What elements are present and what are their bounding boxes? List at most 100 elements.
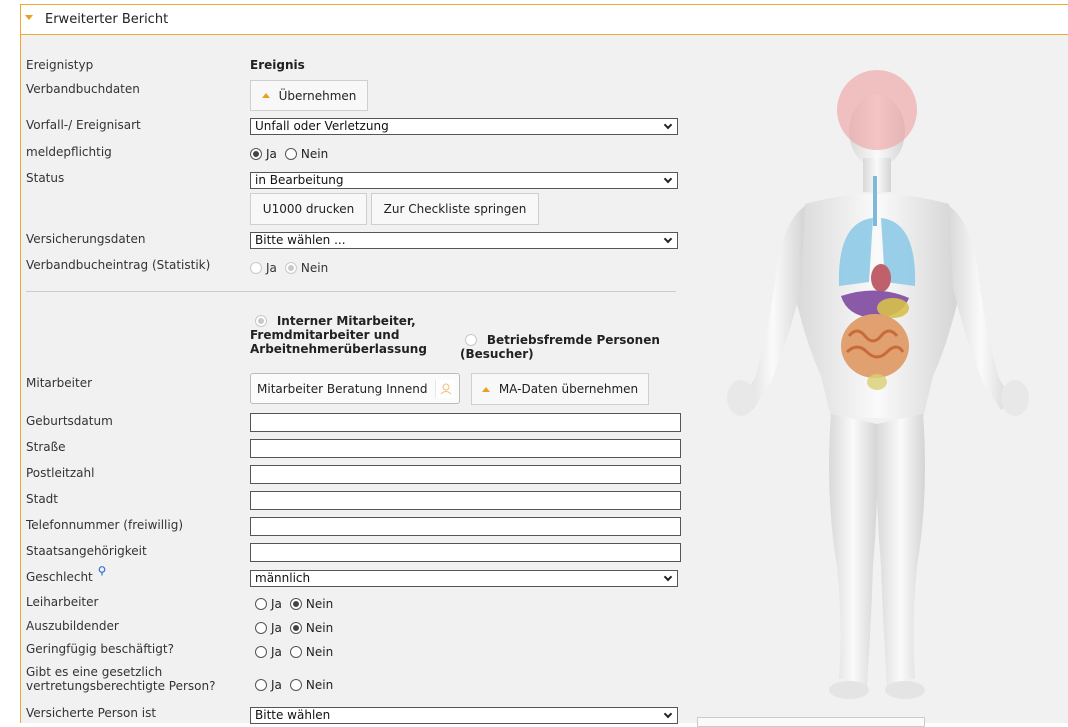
verbandbucheintrag-ja-radio[interactable] [250, 262, 262, 274]
chevron-down-icon [663, 120, 673, 130]
leiharbeiter-nein-radio[interactable] [289, 598, 302, 610]
vertretung-label-1: Gibt es eine gesetzlich [26, 665, 163, 679]
left-foot-shape[interactable] [885, 681, 925, 699]
versicherungsdaten-select[interactable]: Bitte wählen ... [250, 232, 678, 249]
vertretung-ja-label: Ja [271, 678, 282, 692]
body-diagram[interactable] [697, 46, 1047, 706]
external-person-label-2: (Besucher) [460, 347, 534, 361]
label-telefon: Telefonnummer (freiwillig) [26, 518, 184, 532]
vorfallart-value: Unfall oder Verletzung [255, 119, 389, 133]
left-arm-shape[interactable] [949, 206, 1013, 410]
vertretung-nein-label: Nein [305, 678, 334, 692]
plz-input[interactable] [250, 465, 681, 484]
geringfuegig-nein-label: Nein [305, 645, 334, 659]
stadt-input[interactable] [250, 491, 681, 510]
info-bulb-icon[interactable] [98, 565, 106, 579]
label-leiharbeiter: Leiharbeiter [26, 595, 99, 609]
meldepflichtig-radio-group: Ja Nein [250, 147, 336, 161]
label-vorfallart: Vorfall-/ Ereignisart [26, 118, 141, 132]
label-versicherungsdaten: Versicherungsdaten [26, 232, 146, 246]
label-versicherte-person: Versicherte Person ist [26, 706, 157, 720]
mitarbeiter-value: Mitarbeiter Beratung Innend [257, 382, 428, 396]
staatsangehoerigkeit-input[interactable] [250, 543, 681, 562]
geringfuegig-ja-label: Ja [271, 645, 282, 659]
verbandbucheintrag-nein-radio[interactable] [284, 262, 297, 274]
uebernehmen-button[interactable]: Übernehmen [250, 80, 368, 111]
geringfuegig-radio-group: Ja Nein [250, 645, 341, 659]
chevron-down-icon [663, 174, 673, 184]
auszubildender-nein-radio[interactable] [289, 622, 302, 634]
geschlecht-label-text: Geschlecht [26, 570, 93, 584]
left-leg-shape[interactable] [876, 414, 926, 686]
u1000-print-label: U1000 drucken [262, 202, 355, 216]
vertretung-nein-radio[interactable] [289, 679, 302, 691]
bladder-shape[interactable] [867, 374, 887, 390]
verbandbucheintrag-ja-label: Ja [266, 261, 277, 275]
vertretung-ja-radio[interactable] [255, 679, 267, 691]
uebernehmen-label: Übernehmen [278, 88, 357, 103]
auszubildender-radio-group: Ja Nein [250, 621, 341, 635]
intestines-shape[interactable] [841, 314, 909, 378]
telefon-input[interactable] [250, 517, 681, 536]
geburtsdatum-input[interactable] [250, 413, 681, 432]
head-highlight[interactable] [837, 70, 917, 150]
external-person-label-1: Betriebsfremde Personen [486, 333, 660, 347]
chevron-up-icon [261, 93, 270, 98]
right-arm-shape[interactable] [741, 206, 805, 410]
chevron-up-icon [481, 386, 490, 392]
right-hand-shape[interactable] [727, 380, 755, 416]
auszubildender-ja-radio[interactable] [255, 622, 267, 634]
u1000-print-button[interactable]: U1000 drucken [250, 193, 367, 225]
auszubildender-nein-label: Nein [305, 621, 334, 635]
vertretung-label-2: vertretungsberechtigte Person? [26, 679, 216, 693]
meldepflichtig-ja-radio[interactable] [250, 148, 262, 160]
label-stadt: Stadt [26, 492, 58, 506]
chevron-down-icon [663, 709, 673, 719]
geschlecht-value: männlich [255, 571, 311, 585]
label-geschlecht: Geschlecht [26, 566, 106, 584]
ma-daten-button[interactable]: MA-Daten übernehmen [471, 373, 649, 405]
label-staatsangehoerigkeit: Staatsangehörigkeit [26, 544, 147, 558]
internal-person-option[interactable]: Interner Mitarbeiter, Fremdmitarbeiter u… [250, 314, 460, 356]
geringfuegig-ja-radio[interactable] [255, 646, 267, 658]
right-leg-shape[interactable] [829, 414, 878, 686]
meldepflichtig-nein-radio[interactable] [284, 148, 297, 160]
leiharbeiter-radio-group: Ja Nein [250, 597, 341, 611]
geschlecht-select[interactable]: männlich [250, 570, 678, 587]
label-geburtsdatum: Geburtsdatum [26, 414, 113, 428]
label-vertretung: Gibt es eine gesetzlich vertretungsberec… [26, 665, 215, 693]
versicherungsdaten-value: Bitte wählen ... [255, 233, 346, 247]
internal-person-radio[interactable] [255, 315, 267, 327]
versicherte-person-select[interactable]: Bitte wählen [250, 707, 678, 724]
label-geringfuegig: Geringfügig beschäftigt? [26, 642, 174, 656]
label-plz: Postleitzahl [26, 466, 95, 480]
leiharbeiter-nein-label: Nein [305, 597, 334, 611]
caret-down-icon[interactable] [25, 15, 33, 20]
strasse-input[interactable] [250, 439, 681, 458]
bottom-box [697, 717, 925, 727]
status-select[interactable]: in Bearbeitung [250, 172, 678, 189]
left-hand-shape[interactable] [1001, 380, 1029, 416]
chevron-down-icon [663, 572, 673, 582]
vertretung-radio-group: Ja Nein [250, 678, 341, 692]
heart-shape[interactable] [871, 264, 891, 292]
vorfallart-select[interactable]: Unfall oder Verletzung [250, 118, 678, 135]
external-person-radio[interactable] [465, 334, 477, 346]
verbandbucheintrag-radio-group: Ja Nein [250, 261, 336, 275]
external-person-option[interactable]: Betriebsfremde Personen (Besucher) [460, 333, 680, 361]
chevron-down-icon [663, 234, 673, 244]
auszubildender-ja-label: Ja [271, 621, 282, 635]
leiharbeiter-ja-radio[interactable] [255, 598, 267, 610]
panel-header[interactable]: Erweiterter Bericht [21, 5, 1068, 35]
label-auszubildender: Auszubildender [26, 619, 119, 633]
checklist-button[interactable]: Zur Checkliste springen [371, 193, 539, 225]
versicherte-person-value: Bitte wählen [255, 708, 331, 722]
leiharbeiter-ja-label: Ja [271, 597, 282, 611]
person-icon[interactable] [435, 380, 455, 398]
meldepflichtig-nein-label: Nein [300, 147, 329, 161]
label-verbandbucheintrag: Verbandbucheintrag (Statistik) [26, 258, 211, 272]
mitarbeiter-lookup[interactable]: Mitarbeiter Beratung Innend [250, 373, 460, 404]
right-foot-shape[interactable] [829, 681, 869, 699]
label-ereignistyp: Ereignistyp [26, 58, 94, 72]
geringfuegig-nein-radio[interactable] [289, 646, 302, 658]
